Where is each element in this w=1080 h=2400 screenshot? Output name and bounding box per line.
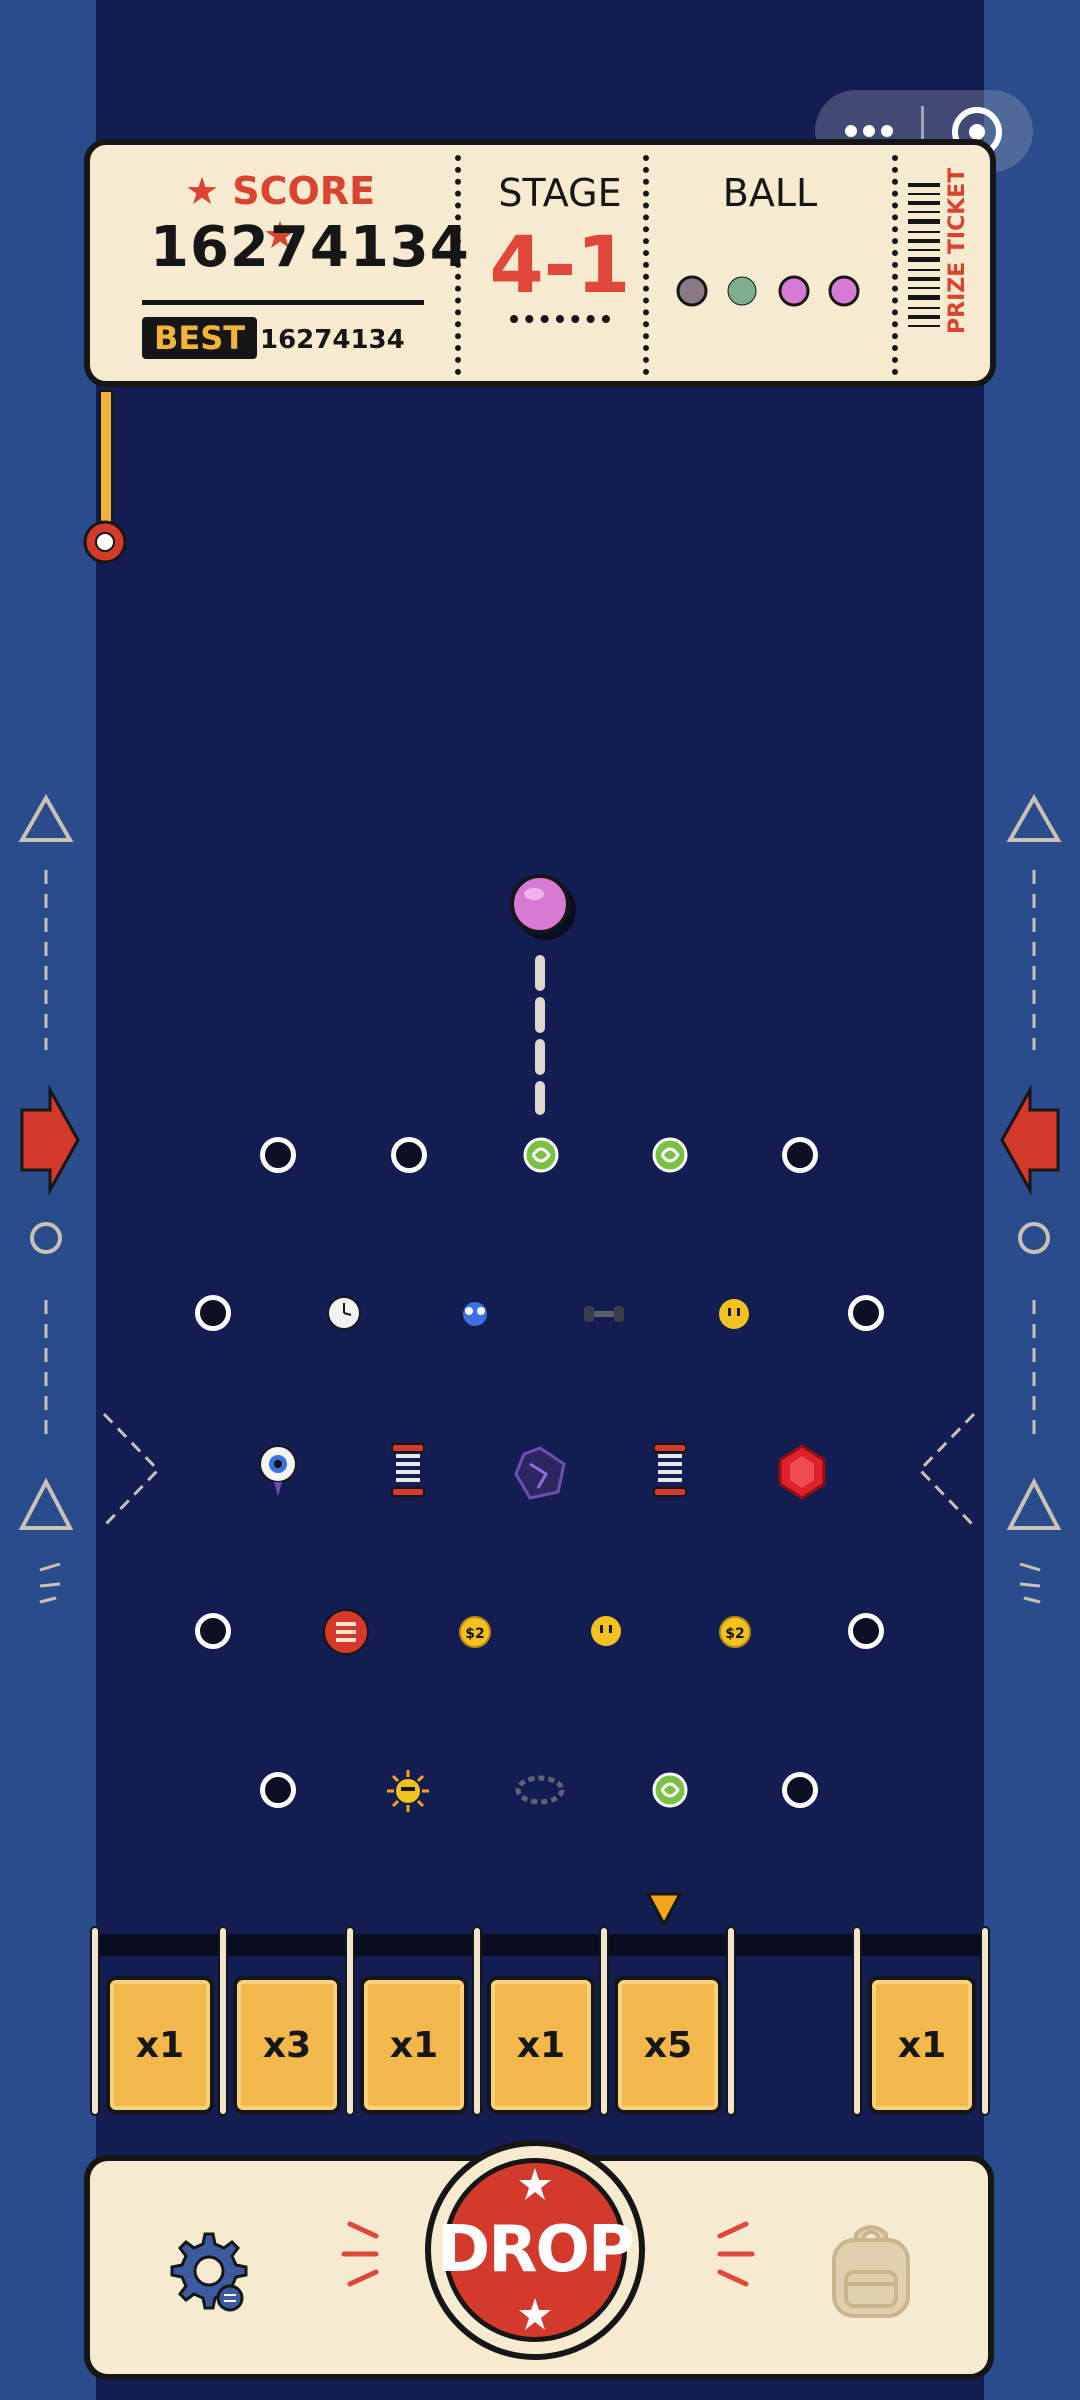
right-bumper — [918, 1412, 976, 1528]
spring-icon — [391, 1443, 425, 1497]
backpack-icon[interactable] — [818, 2218, 924, 2324]
stage-value: 4-1 — [489, 221, 631, 311]
triangle-icon — [1006, 793, 1062, 842]
peg — [848, 1295, 884, 1331]
eyeball-icon — [259, 1445, 297, 1496]
purple-crystal-icon — [514, 1446, 566, 1500]
ball-icon — [828, 275, 860, 307]
peg — [782, 1137, 818, 1173]
ticket-divider — [643, 155, 649, 375]
drop-label: DROP — [437, 2213, 635, 2287]
clock-icon — [327, 1296, 361, 1330]
peg — [260, 1137, 296, 1173]
multiplier-bucket: x3 — [233, 1976, 341, 2114]
peg — [260, 1772, 296, 1808]
sun-icon — [387, 1770, 429, 1812]
smiley-icon — [719, 1299, 749, 1329]
best-badge: BEST — [142, 317, 258, 359]
ball-icon — [778, 275, 810, 307]
dumbbell-icon — [584, 1306, 624, 1322]
settings-gear-icon[interactable] — [160, 2228, 250, 2318]
barcode-icon — [908, 183, 940, 327]
left-bumper — [102, 1412, 160, 1528]
peg — [195, 1295, 231, 1331]
score-divider — [142, 300, 424, 305]
left-decor — [18, 793, 80, 1604]
bucket-divider — [218, 1926, 228, 2116]
bucket-pointer-icon — [645, 1892, 683, 1928]
bucket-divider — [726, 1926, 736, 2116]
red-gem-icon — [778, 1444, 826, 1500]
green-swirl-icon — [652, 1137, 688, 1173]
triangle-icon — [18, 793, 74, 842]
triangle-icon — [1006, 1477, 1062, 1530]
power-meter — [99, 390, 113, 524]
green-swirl-icon — [523, 1137, 559, 1173]
best-value: 16274134 — [260, 325, 405, 355]
right-burst-lines — [717, 2221, 755, 2287]
star-icon: ★ — [184, 169, 233, 213]
power-knob-icon — [83, 520, 127, 564]
ticket-divider — [892, 155, 898, 375]
score-ticket: ★ SCORE ★ 16274134 BEST 16274134 STAGE 4… — [84, 139, 996, 387]
star-icon — [519, 2298, 551, 2330]
spring-icon — [653, 1443, 687, 1497]
multiplier-bucket: x5 — [614, 1976, 722, 2114]
bucket-divider — [599, 1926, 609, 2116]
score-value: 16274134 — [150, 215, 470, 280]
bucket-divider — [472, 1926, 482, 2116]
balls-remaining — [676, 275, 860, 307]
ticket-divider — [455, 155, 461, 375]
coin-icon: $2 — [459, 1616, 491, 1648]
ball-icon — [676, 275, 708, 307]
bucket-divider — [980, 1926, 990, 2116]
bucket-rail — [96, 1934, 982, 1956]
left-burst-lines — [341, 2221, 379, 2287]
peg — [391, 1137, 427, 1173]
pink-ball — [510, 874, 576, 940]
stage-dots — [510, 315, 610, 331]
stage-label: STAGE — [498, 171, 622, 215]
multiplier-bucket: x1 — [360, 1976, 468, 2114]
arrow-left-icon — [1000, 1084, 1060, 1196]
green-swirl-icon — [652, 1772, 688, 1808]
ball-icon — [727, 276, 757, 306]
smiley-icon — [591, 1616, 621, 1646]
bucket-divider — [852, 1926, 862, 2116]
peg — [195, 1613, 231, 1649]
triangle-icon — [18, 1477, 74, 1530]
coiled-spring-icon — [323, 1609, 369, 1655]
arrow-right-icon — [20, 1084, 80, 1196]
multiplier-bucket: x1 — [106, 1976, 214, 2114]
star-icon — [519, 2168, 551, 2200]
bucket-divider — [345, 1926, 355, 2116]
blue-creature-icon — [463, 1302, 487, 1326]
prize-ticket-label: PRIZE TICKET — [945, 167, 970, 334]
svg-text:$2: $2 — [725, 1626, 744, 1642]
right-decor — [1000, 793, 1062, 1604]
coin-icon: $2 — [719, 1616, 751, 1648]
svg-text:$2: $2 — [465, 1626, 484, 1642]
rock-ring-icon — [515, 1775, 565, 1805]
ball-label: BALL — [722, 171, 818, 215]
peg — [782, 1772, 818, 1808]
multiplier-bucket: x1 — [487, 1976, 595, 2114]
peg — [848, 1613, 884, 1649]
multiplier-bucket: x1 — [868, 1976, 976, 2114]
bucket-divider — [90, 1926, 100, 2116]
